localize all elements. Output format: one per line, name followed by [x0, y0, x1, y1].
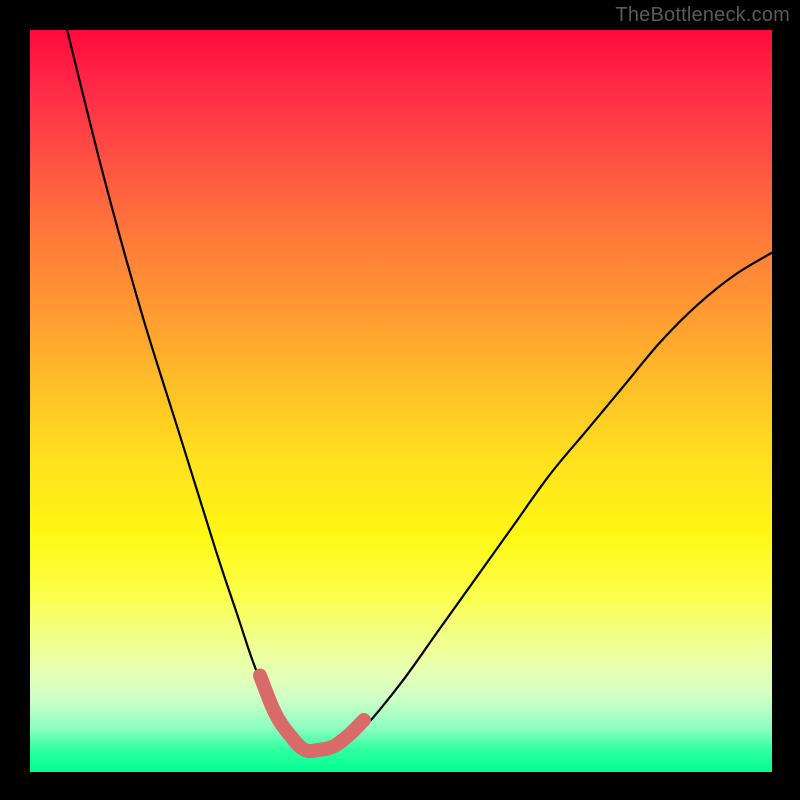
- optimal-region-highlight: [260, 676, 364, 752]
- bottleneck-curve-line: [67, 30, 772, 751]
- watermark-text: TheBottleneck.com: [615, 4, 790, 27]
- bottleneck-chart: [30, 30, 772, 772]
- chart-area: [30, 30, 772, 772]
